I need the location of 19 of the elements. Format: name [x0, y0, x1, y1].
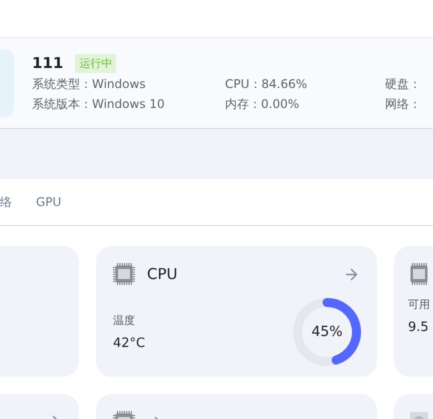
- metric-value: 9.5: [408, 320, 430, 335]
- metric-label: 可用: [408, 297, 430, 312]
- chip-icon: [113, 263, 135, 285]
- info-field: CPU：84.66%: [225, 76, 385, 92]
- status-tag: 运行中: [75, 54, 116, 72]
- info-field: 网络：: [385, 96, 433, 112]
- tab[interactable]: 络: [0, 194, 12, 210]
- info-field: 系统类型：Windows: [32, 76, 225, 92]
- usage-percent: 45%: [311, 324, 343, 340]
- ring-track: [293, 298, 361, 366]
- server-name: 111: [32, 54, 64, 72]
- metric-value: 42°C: [113, 336, 146, 351]
- info-field: 硬盘：: [385, 76, 433, 92]
- metric-label: 温度: [113, 313, 136, 328]
- card-title: CPU: [147, 265, 178, 283]
- tab[interactable]: GPU: [36, 195, 62, 209]
- info-field: 内存：0.00%: [225, 96, 385, 112]
- info-field: 系统版本：Windows 10: [32, 96, 225, 112]
- memory-icon: [408, 263, 430, 285]
